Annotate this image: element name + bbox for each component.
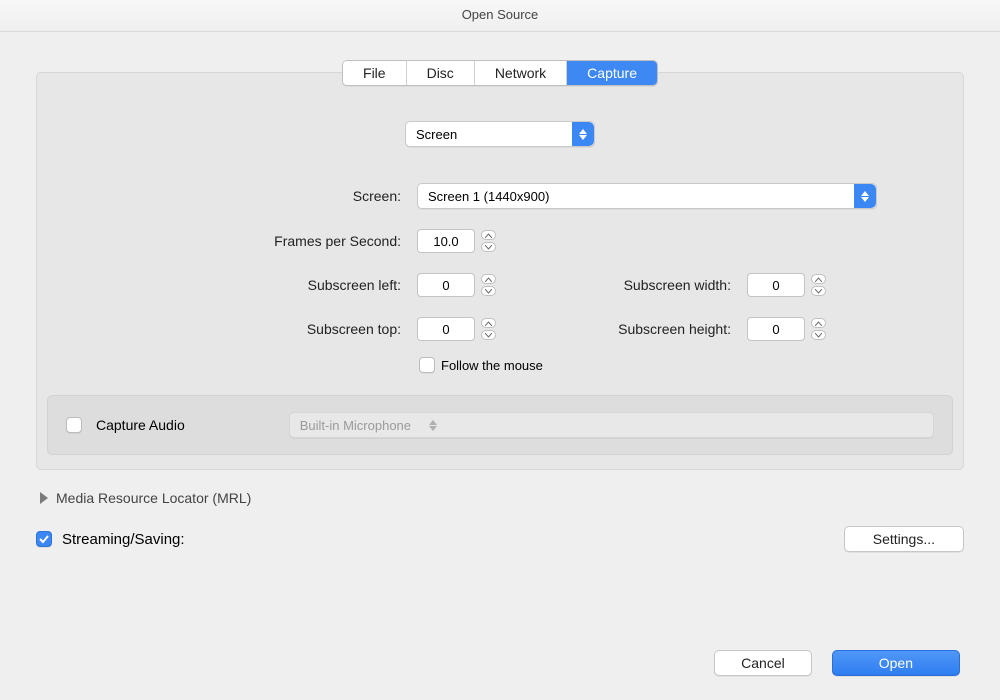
subheight-label: Subscreen height: <box>537 321 737 337</box>
capture-source-select[interactable]: Screen <box>405 121 595 147</box>
subwidth-input[interactable] <box>747 273 805 297</box>
capture-audio-box: Capture Audio Built-in Microphone <box>47 395 953 455</box>
fps-input[interactable] <box>417 229 475 253</box>
screen-select-value: Screen 1 (1440x900) <box>418 184 559 208</box>
chevron-up-icon[interactable] <box>811 318 826 328</box>
subtop-stepper[interactable] <box>481 317 496 341</box>
chevron-up-icon[interactable] <box>481 230 496 240</box>
updown-arrows-icon <box>421 413 443 437</box>
subleft-input[interactable] <box>417 273 475 297</box>
screen-label: Screen: <box>107 188 407 204</box>
tab-file[interactable]: File <box>343 61 407 85</box>
fps-stepper[interactable] <box>481 229 496 253</box>
subtop-input[interactable] <box>417 317 475 341</box>
cancel-button[interactable]: Cancel <box>714 650 812 676</box>
window-title: Open Source <box>0 0 1000 32</box>
chevron-down-icon[interactable] <box>481 286 496 296</box>
streaming-label: Streaming/Saving: <box>62 531 185 548</box>
chevron-up-icon[interactable] <box>481 318 496 328</box>
fps-label: Frames per Second: <box>107 233 407 249</box>
chevron-down-icon[interactable] <box>481 242 496 252</box>
follow-mouse-label: Follow the mouse <box>441 358 543 373</box>
mrl-disclosure[interactable]: Media Resource Locator (MRL) <box>40 490 1000 506</box>
capture-source-value: Screen <box>406 122 467 146</box>
mrl-label: Media Resource Locator (MRL) <box>56 490 251 506</box>
subwidth-label: Subscreen width: <box>537 277 737 293</box>
settings-button[interactable]: Settings... <box>844 526 964 552</box>
chevron-down-icon[interactable] <box>811 286 826 296</box>
chevron-up-icon[interactable] <box>811 274 826 284</box>
subwidth-stepper[interactable] <box>811 273 826 297</box>
subleft-label: Subscreen left: <box>107 277 407 293</box>
chevron-up-icon[interactable] <box>481 274 496 284</box>
subtop-label: Subscreen top: <box>107 321 407 337</box>
subheight-input[interactable] <box>747 317 805 341</box>
open-button[interactable]: Open <box>832 650 960 676</box>
tab-capture[interactable]: Capture <box>567 61 657 85</box>
tab-network[interactable]: Network <box>475 61 567 85</box>
source-tabs: File Disc Network Capture <box>342 60 658 86</box>
dialog-body: File Disc Network Capture Screen Screen:… <box>0 32 1000 700</box>
updown-arrows-icon <box>572 122 594 146</box>
chevron-down-icon[interactable] <box>811 330 826 340</box>
tab-disc[interactable]: Disc <box>407 61 475 85</box>
disclosure-triangle-icon <box>40 492 48 504</box>
subheight-stepper[interactable] <box>811 317 826 341</box>
chevron-down-icon[interactable] <box>481 330 496 340</box>
updown-arrows-icon <box>854 184 876 208</box>
capture-panel: Screen Screen: Screen 1 (1440x900) Fram <box>36 72 964 470</box>
audio-device-value: Built-in Microphone <box>290 413 421 437</box>
streaming-checkbox[interactable] <box>36 531 52 547</box>
screen-select[interactable]: Screen 1 (1440x900) <box>417 183 877 209</box>
capture-audio-checkbox[interactable] <box>66 417 82 433</box>
audio-device-select: Built-in Microphone <box>289 412 934 438</box>
capture-audio-label: Capture Audio <box>96 417 185 433</box>
subleft-stepper[interactable] <box>481 273 496 297</box>
follow-mouse-checkbox[interactable] <box>419 357 435 373</box>
